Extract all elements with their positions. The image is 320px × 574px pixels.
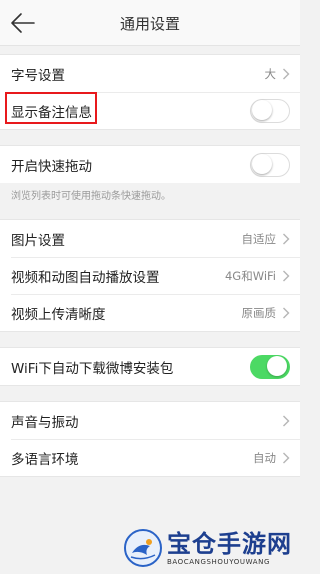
settings-group-display: 字号设置 大 显示备注信息 [0,54,300,130]
upload-quality-label: 视频上传清晰度 [11,306,106,323]
watermark: 宝仓手游网 BAOCANGSHOUYOUWANG [123,528,292,568]
image-settings-row[interactable]: 图片设置 自适应 [0,220,300,257]
chevron-right-icon [283,68,290,79]
show-notes-row: 显示备注信息 [0,92,300,129]
watermark-sub-text: BAOCANGSHOUYOUWANG [167,557,270,566]
fast-drag-hint: 浏览列表时可使用拖动条快速拖动。 [11,191,171,202]
autoplay-row[interactable]: 视频和动图自动播放设置 4G和WiFi [0,257,300,294]
watermark-main-text: 宝仓手游网 [167,528,292,558]
upload-quality-row[interactable]: 视频上传清晰度 原画质 [0,294,300,331]
wifi-download-toggle[interactable] [250,354,290,379]
language-row[interactable]: 多语言环境 自动 [0,439,300,476]
page-title: 通用设置 [119,15,180,33]
font-size-label: 字号设置 [11,67,65,84]
watermark-text: 宝仓手游网 BAOCANGSHOUYOUWANG [167,528,292,566]
image-settings-value: 自适应 [241,231,277,246]
settings-group-general: 声音与振动 多语言环境 自动 [0,401,300,477]
chevron-right-icon [283,233,290,244]
wifi-download-row: WiFi下自动下载微博安装包 [0,348,300,385]
settings-group-media: 图片设置 自适应 视频和动图自动播放设置 4G和WiFi 视频上传清晰度 原画质 [0,219,300,332]
sound-vibration-row[interactable]: 声音与振动 [0,402,300,439]
toggle-knob [267,356,287,376]
show-notes-label: 显示备注信息 [11,104,92,121]
language-value: 自动 [253,450,276,465]
font-size-row[interactable]: 字号设置 大 [0,55,300,92]
toggle-knob [251,100,272,120]
watermark-logo-icon [124,529,162,567]
show-notes-toggle[interactable] [250,98,290,123]
fast-drag-label: 开启快速拖动 [11,158,92,175]
settings-group-drag: 开启快速拖动 [0,145,300,183]
fast-drag-row: 开启快速拖动 [0,146,300,183]
chevron-right-icon [283,452,290,463]
font-size-value: 大 [264,66,277,81]
navigation-bar: 通用设置 [0,0,300,46]
upload-quality-value: 原画质 [241,305,277,320]
fast-drag-toggle[interactable] [250,152,290,177]
image-settings-label: 图片设置 [11,232,65,249]
sound-vibration-label: 声音与振动 [11,414,79,431]
settings-group-download: WiFi下自动下载微博安装包 [0,347,300,386]
autoplay-label: 视频和动图自动播放设置 [11,269,160,286]
chevron-right-icon [283,270,290,281]
toggle-knob [251,154,272,174]
chevron-right-icon [283,307,290,318]
wifi-download-label: WiFi下自动下载微博安装包 [11,360,174,377]
chevron-right-icon [283,415,290,426]
autoplay-value: 4G和WiFi [224,268,276,283]
language-label: 多语言环境 [11,451,79,468]
